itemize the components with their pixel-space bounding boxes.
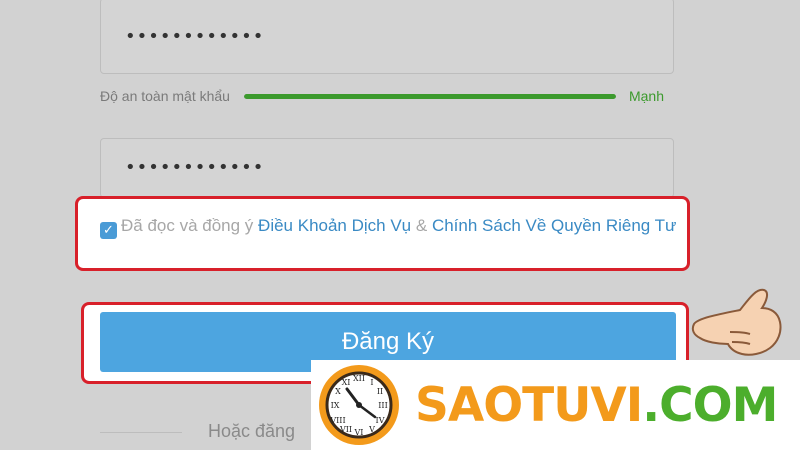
alt-signup-text: Hoặc đăng bbox=[208, 421, 296, 441]
strength-value: Mạnh bbox=[628, 88, 665, 104]
clock-logo-icon: XII III VI IX I II IV V VII VIII X XI bbox=[319, 365, 399, 445]
terms-ampersand: & bbox=[415, 216, 428, 235]
terms-checkbox[interactable]: ✓ bbox=[100, 222, 117, 239]
strength-bar-fill bbox=[243, 93, 616, 99]
brand-domain: .COM bbox=[642, 377, 778, 433]
svg-text:VII: VII bbox=[339, 425, 352, 434]
svg-text:IV: IV bbox=[376, 416, 385, 425]
svg-text:III: III bbox=[378, 401, 387, 410]
divider-line bbox=[100, 432, 182, 433]
password-value: •••••••••••• bbox=[125, 25, 265, 47]
svg-text:IX: IX bbox=[331, 401, 340, 410]
confirm-password-field[interactable]: •••••••••••• bbox=[100, 138, 674, 198]
watermark-brand: SAOTUVI.COM bbox=[415, 377, 778, 433]
svg-text:VI: VI bbox=[354, 428, 364, 437]
password-strength-meter: Độ an toàn mật khẩu Mạnh bbox=[100, 87, 676, 105]
terms-agreement: ✓ Đã đọc và đồng ý Điều Khoản Dịch Vụ & C… bbox=[100, 214, 680, 239]
terms-of-service-link[interactable]: Điều Khoản Dịch Vụ bbox=[258, 216, 411, 235]
confirm-password-value: •••••••••••• bbox=[125, 157, 265, 178]
brand-name: SAOTUVI bbox=[415, 377, 643, 433]
watermark-banner: XII III VI IX I II IV V VII VIII X XI SA… bbox=[311, 360, 800, 450]
password-field[interactable]: •••••••••••• bbox=[100, 0, 674, 74]
svg-text:XI: XI bbox=[342, 378, 351, 387]
check-icon: ✓ bbox=[103, 223, 114, 238]
svg-text:V: V bbox=[368, 425, 375, 434]
svg-text:I: I bbox=[370, 378, 373, 387]
svg-text:II: II bbox=[377, 387, 383, 396]
pointing-hand-icon bbox=[691, 288, 782, 356]
svg-text:VIII: VIII bbox=[329, 416, 345, 425]
svg-text:X: X bbox=[335, 387, 341, 396]
privacy-policy-link[interactable]: Chính Sách Về Quyền Riêng Tư bbox=[432, 216, 676, 235]
terms-prefix: Đã đọc và đồng ý bbox=[121, 216, 254, 235]
svg-text:XII: XII bbox=[353, 374, 365, 383]
registration-page: •••••••••••• Độ an toàn mật khẩu Mạnh ••… bbox=[0, 0, 800, 450]
strength-label: Độ an toàn mật khẩu bbox=[100, 88, 230, 104]
strength-bar bbox=[243, 93, 616, 99]
